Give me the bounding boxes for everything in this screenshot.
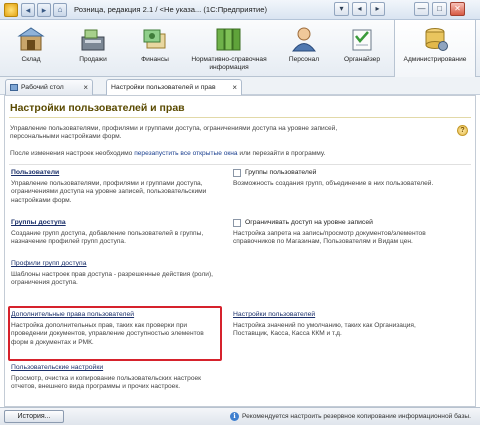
minimize-button[interactable]: — [414, 2, 429, 16]
tab-label: Настройки пользователей и прав [111, 84, 216, 91]
page-description: Управление пользователями, профилями и г… [10, 125, 338, 141]
section-finance[interactable]: Финансы [128, 20, 182, 77]
menu-dropdown-button[interactable]: ▾ [334, 2, 349, 16]
section-label: Персонал [288, 56, 320, 63]
section-label: Склад [21, 56, 41, 63]
user-groups-label: Группы пользователей [245, 169, 317, 176]
window-title: Розница, редакция 2.1 / <Не указа... (1С… [74, 5, 268, 14]
access-groups-link[interactable]: Группы доступа [11, 219, 66, 226]
section-reference[interactable]: Нормативно-справочная информация [186, 20, 272, 77]
history-button[interactable]: История... [4, 410, 64, 423]
nav-back-button[interactable]: ◂ [352, 2, 367, 16]
section-label: Администрирование [403, 56, 467, 63]
section-label: Органайзер [344, 56, 380, 63]
record-level-access-label: Ограничивать доступ на уровне записей [245, 219, 373, 226]
tab-close-icon[interactable]: × [232, 80, 237, 95]
app-logo-icon [4, 3, 18, 17]
restart-windows-link[interactable]: перезапустить все открытые окна [134, 150, 237, 157]
section-label: Нормативно-справочная информация [191, 56, 267, 71]
tab-close-icon[interactable]: × [83, 80, 88, 95]
section-warehouse[interactable]: Склад [6, 20, 56, 77]
divider [9, 164, 471, 165]
record-level-access-description: Настройка запрета на запись/просмотр док… [233, 230, 426, 246]
tab-label: Рабочий стол [21, 84, 64, 91]
users-description: Управление пользователями, профилями и г… [11, 180, 207, 204]
admin-icon [425, 28, 448, 51]
title-bar: ◂ ▸ ⌂ Розница, редакция 2.1 / <Не указа.… [0, 0, 480, 20]
record-level-access-checkbox[interactable] [233, 219, 241, 227]
users-link[interactable]: Пользователи [11, 169, 59, 176]
forward-icon[interactable]: ▸ [37, 3, 51, 17]
user-settings-description: Просмотр, очистка и копирование пользова… [11, 375, 202, 391]
info-icon: i [230, 412, 239, 421]
user-defaults-link[interactable]: Настройки пользователей [233, 311, 315, 318]
title-divider [9, 117, 471, 118]
page-title: Настройки пользователей и прав [10, 102, 185, 114]
access-group-profiles-description: Шаблоны настроек прав доступа - разрешен… [11, 271, 214, 287]
highlight-frame [8, 306, 222, 361]
section-sales[interactable]: Продажи [66, 20, 120, 77]
tabs-row: Рабочий стол × Настройки пользователей и… [0, 77, 480, 96]
section-admin[interactable]: Администрирование [394, 20, 476, 77]
restart-note: После изменения настроек необходимо пере… [10, 150, 450, 158]
status-bar: История... i Рекомендуется настроить рез… [0, 407, 480, 425]
nav-forward-button[interactable]: ▸ [370, 2, 385, 16]
section-organizer[interactable]: Органайзер [334, 20, 390, 77]
user-defaults-description: Настройка значений по умолчанию, таких к… [233, 322, 416, 338]
tab-desktop[interactable]: Рабочий стол × [5, 79, 93, 95]
status-message[interactable]: Рекомендуется настроить резервное копиро… [242, 413, 471, 420]
user-groups-description: Возможность создания групп, объединение … [233, 180, 434, 187]
content-panel: Настройки пользователей и прав Управлени… [4, 95, 476, 407]
user-groups-checkbox[interactable] [233, 169, 241, 177]
warehouse-icon [17, 27, 45, 51]
section-personnel[interactable]: Персонал [278, 20, 330, 77]
cash-register-icon [81, 29, 105, 51]
close-window-button[interactable]: ✕ [450, 2, 465, 16]
access-group-profiles-link[interactable]: Профили групп доступа [11, 260, 87, 267]
section-label: Продажи [79, 56, 107, 63]
restart-note-before: После изменения настроек необходимо [10, 150, 135, 157]
access-groups-description: Создание групп доступа, добавление польз… [11, 230, 204, 246]
restart-note-after: или перезайти в программу. [237, 150, 326, 157]
binders-icon [216, 28, 241, 51]
back-icon[interactable]: ◂ [21, 3, 35, 17]
help-icon[interactable]: ? [457, 125, 468, 136]
home-icon[interactable]: ⌂ [53, 3, 67, 17]
maximize-button[interactable]: □ [432, 2, 447, 16]
person-icon [292, 27, 316, 52]
sections-panel: Склад Продажи Финансы Нормативно-справоч… [0, 20, 480, 77]
organizer-icon [352, 29, 372, 51]
user-settings-link[interactable]: Пользовательские настройки [11, 364, 103, 371]
section-label: Финансы [141, 56, 169, 63]
finance-icon [143, 29, 166, 49]
desktop-icon [10, 84, 18, 91]
tab-user-settings[interactable]: Настройки пользователей и прав × [106, 79, 242, 96]
